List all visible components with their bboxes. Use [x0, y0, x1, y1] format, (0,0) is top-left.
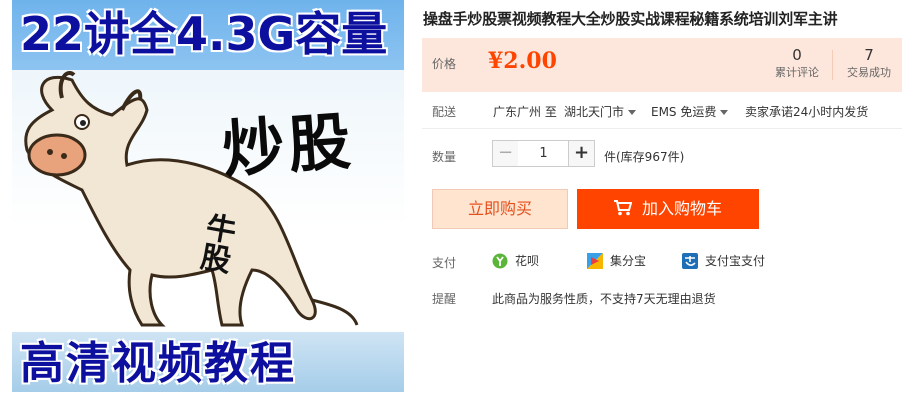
- quantity-label: 数量: [432, 150, 457, 164]
- payment-option-label: 集分宝: [610, 254, 647, 268]
- shipping-destination-select[interactable]: 湖北天门市: [564, 103, 637, 120]
- deals-count: 7: [864, 46, 874, 64]
- add-to-cart-label: 加入购物车: [641, 199, 722, 218]
- shipping-destination: 湖北天门市: [564, 105, 625, 119]
- shipping-promise: 卖家承诺24小时内发货: [745, 105, 869, 119]
- jifenbao-icon: [587, 252, 603, 269]
- notice-label: 提醒: [432, 292, 457, 306]
- payment-option-jifenbao: 集分宝: [587, 252, 646, 269]
- shipping-label: 配送: [432, 105, 457, 119]
- product-image[interactable]: 22讲全4.3G容量 炒股 牛股 高清视频教程: [12, 0, 404, 392]
- huabei-icon: [492, 253, 508, 268]
- payment-option-huabei: 花呗: [492, 252, 539, 269]
- price-value: ¥2.00: [488, 48, 557, 74]
- stock-info: 件(库存967件): [604, 150, 685, 164]
- deals-label: 交易成功: [847, 66, 891, 79]
- image-side-text: 炒股: [219, 104, 357, 187]
- payment-option-label: 支付宝支付: [705, 254, 766, 268]
- chevron-down-icon: [628, 110, 637, 115]
- cart-icon: [613, 200, 632, 216]
- buy-now-button[interactable]: 立即购买: [432, 189, 568, 229]
- shipping-method: EMS 免运费: [651, 105, 717, 119]
- image-top-text: 22讲全4.3G容量: [20, 7, 388, 61]
- payment-option-label: 花呗: [515, 254, 540, 268]
- add-to-cart-button[interactable]: 加入购物车: [577, 189, 759, 229]
- image-bottom-text: 高清视频教程: [20, 338, 296, 389]
- alipay-icon: [682, 252, 698, 269]
- quantity-decrease-button[interactable]: −: [492, 140, 519, 167]
- deals-stat: 7 交易成功: [834, 45, 904, 81]
- reviews-count: 0: [792, 46, 802, 64]
- stat-divider: [832, 50, 833, 80]
- chevron-down-icon: [720, 110, 729, 115]
- divider: [422, 128, 902, 129]
- reviews-label: 累计评论: [775, 66, 819, 79]
- reviews-stat[interactable]: 0 累计评论: [762, 45, 832, 81]
- image-badge-text: 牛股: [192, 209, 238, 275]
- payment-option-alipay: 支付宝支付: [682, 252, 765, 269]
- payment-label: 支付: [432, 256, 457, 270]
- quantity-input[interactable]: 1: [518, 140, 569, 167]
- shipping-method-select[interactable]: EMS 免运费: [651, 103, 729, 120]
- quantity-increase-button[interactable]: +: [568, 140, 595, 167]
- notice-text: 此商品为服务性质，不支持7天无理由退货: [492, 292, 716, 306]
- price-panel: 价格 ¥2.00 0 累计评论 7 交易成功: [422, 38, 902, 92]
- shipping-from: 广东广州 至: [493, 105, 557, 119]
- price-label: 价格: [432, 57, 457, 71]
- product-title: 操盘手炒股票视频教程大全炒股实战课程秘籍系统培训刘军主讲: [423, 10, 838, 28]
